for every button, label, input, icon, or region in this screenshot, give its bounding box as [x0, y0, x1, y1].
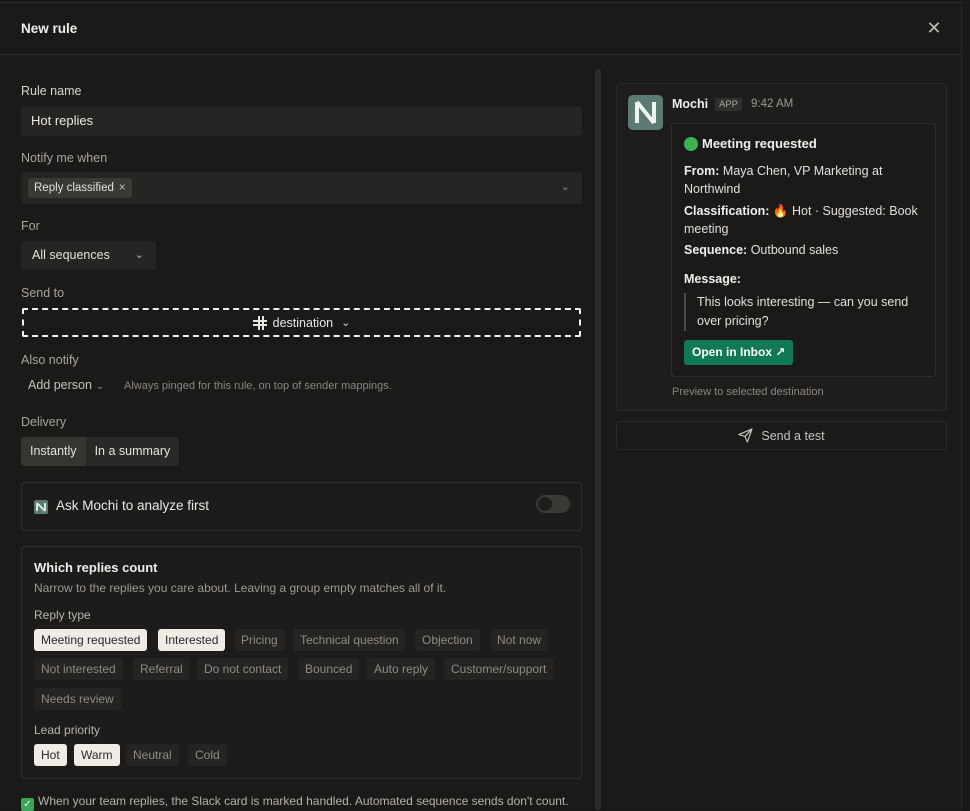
- lead-priority-label: Lead priority: [34, 723, 101, 737]
- green-circle-icon: [684, 136, 698, 151]
- trigger-chip-label: Reply classified: [34, 182, 114, 194]
- modal-title: New rule: [21, 21, 78, 36]
- sequence-line: Sequence: Outbound sales: [684, 241, 924, 259]
- reply-type-chip[interactable]: Interested: [158, 629, 226, 651]
- add-person-button[interactable]: Add person ⌄: [28, 378, 104, 392]
- chevron-down-icon: ⌄: [134, 249, 144, 261]
- priority-chip[interactable]: Warm: [74, 744, 120, 766]
- analyze-label: Ask Mochi to analyze first: [56, 498, 210, 513]
- reply-type-chip[interactable]: Bounced: [298, 658, 360, 680]
- from-line: From: Maya Chen, VP Marketing at Northwi…: [684, 162, 924, 198]
- reply-type-chip[interactable]: Referral: [133, 658, 190, 680]
- reply-type-chip[interactable]: Do not contact: [197, 658, 289, 680]
- card-title: Meeting requested: [684, 136, 817, 151]
- reply-type-chip[interactable]: Auto reply: [367, 658, 436, 680]
- close-icon[interactable]: ✕: [923, 17, 945, 39]
- reply-type-chip[interactable]: Customer/support: [444, 658, 554, 680]
- for-label: For: [21, 219, 40, 233]
- delivery-option-instantly[interactable]: Instantly: [21, 437, 86, 466]
- sequence-select-value: All sequences: [32, 248, 110, 262]
- analyze-card: Ask Mochi to analyze first: [21, 482, 582, 531]
- footnote-text: When your team replies, the Slack card i…: [38, 794, 569, 808]
- delivery-option-summary[interactable]: In a summary: [86, 437, 180, 466]
- message-quote: This looks interesting — can you send ov…: [684, 293, 924, 331]
- trigger-chip: Reply classified ×: [28, 178, 132, 198]
- priority-chip[interactable]: Neutral: [126, 744, 179, 766]
- slack-preview: Mochi APP 9:42 AM Meeting requested From…: [616, 83, 947, 411]
- slack-icon: [252, 315, 267, 330]
- toggle-knob: [538, 497, 552, 511]
- delivery-label: Delivery: [21, 415, 67, 429]
- app-badge: APP: [715, 98, 743, 111]
- replies-filter-subtitle: Narrow to the replies you care about. Le…: [34, 581, 447, 595]
- replies-filter-title: Which replies count: [34, 560, 158, 575]
- message-label: Message:: [684, 272, 741, 286]
- priority-chip[interactable]: Hot: [34, 744, 67, 766]
- also-notify-hint: Always pinged for this rule, on top of s…: [124, 380, 392, 392]
- add-person-label: Add person: [28, 378, 92, 392]
- modal-header: New rule ✕: [0, 3, 961, 55]
- notify-multiselect[interactable]: Reply classified × ⌄: [21, 172, 582, 204]
- reply-type-chip[interactable]: Needs review: [34, 688, 121, 710]
- message-time: 9:42 AM: [751, 98, 794, 110]
- handled-footnote: ✓ When your team replies, the Slack card …: [21, 794, 569, 811]
- sender-name: Mochi: [672, 97, 709, 111]
- send-test-button[interactable]: Send a test: [616, 421, 947, 450]
- chevron-down-icon: ⌄: [560, 181, 570, 193]
- send-plane-icon: [738, 428, 753, 443]
- replies-filter-card: Which replies count Narrow to the replie…: [21, 546, 582, 779]
- reply-type-chip[interactable]: Not interested: [34, 658, 123, 680]
- slack-message-card: Meeting requested From: Maya Chen, VP Ma…: [671, 123, 936, 377]
- send-test-label: Send a test: [761, 428, 825, 443]
- reply-type-chip[interactable]: Meeting requested: [34, 629, 148, 651]
- delivery-toggle: Instantly In a summary: [21, 437, 180, 466]
- mochi-avatar: [628, 95, 663, 130]
- mochi-logo-icon: [34, 500, 48, 514]
- sequence-select[interactable]: All sequences ⌄: [21, 241, 156, 270]
- check-icon: ✓: [21, 798, 34, 811]
- reply-type-chip[interactable]: Technical question: [293, 629, 406, 651]
- open-in-inbox-button[interactable]: Open in Inbox ↗: [684, 340, 794, 365]
- card-title-text: Meeting requested: [702, 136, 817, 151]
- reply-type-chip[interactable]: Pricing: [234, 629, 285, 651]
- send-to-label: Send to: [21, 286, 65, 300]
- classification-label: Classification:: [684, 204, 770, 218]
- preview-footer: Preview to selected destination: [672, 386, 824, 398]
- sequence-label: Sequence:: [684, 243, 748, 257]
- destination-value: destination: [272, 315, 334, 330]
- mochi-logo-icon: [628, 95, 663, 130]
- reply-type-chip[interactable]: Objection: [415, 629, 480, 651]
- message-label-line: Message:: [684, 270, 924, 288]
- reply-type-label: Reply type: [34, 608, 91, 622]
- destination-select[interactable]: destination ⌄: [22, 308, 581, 337]
- rule-name-input[interactable]: Hot replies: [21, 106, 582, 136]
- sequence-value: Outbound sales: [750, 243, 839, 257]
- rule-name-label: Rule name: [21, 84, 82, 98]
- analyze-toggle[interactable]: [536, 495, 570, 513]
- notify-label: Notify me when: [21, 151, 108, 165]
- also-notify-label: Also notify: [21, 353, 79, 367]
- external-link-icon: ↗: [775, 345, 786, 359]
- chip-remove-icon[interactable]: ×: [119, 182, 126, 194]
- classification-line: Classification: 🔥 Hot · Suggested: Book …: [684, 202, 924, 238]
- scrollbar[interactable]: [595, 69, 601, 810]
- reply-type-chip[interactable]: Not now: [490, 629, 549, 651]
- open-in-inbox-label: Open in Inbox: [692, 345, 772, 359]
- chevron-down-icon: ⌄: [95, 381, 105, 392]
- chevron-down-icon: ⌄: [341, 317, 351, 329]
- priority-chip[interactable]: Cold: [188, 744, 227, 766]
- from-label: From:: [684, 164, 720, 178]
